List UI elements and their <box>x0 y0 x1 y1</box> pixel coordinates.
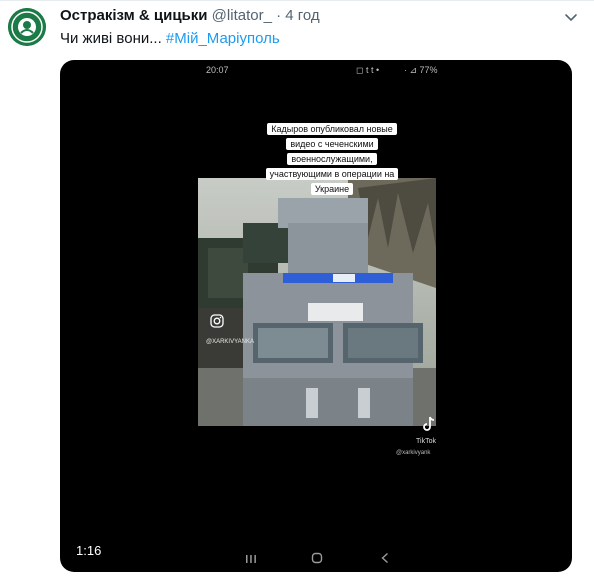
more-icon[interactable] <box>562 8 580 26</box>
tiktok-icon <box>423 416 435 431</box>
home-icon <box>311 552 323 564</box>
video-frame[interactable] <box>198 178 436 426</box>
tiktok-handle: @xarkivyank <box>396 450 431 456</box>
tweet-header: Остракізм & цицьки @litator_ · 4 год <box>60 7 320 24</box>
display-name[interactable]: Остракізм & цицьки <box>60 7 208 24</box>
caption-line: видео с чеченскими <box>286 138 378 150</box>
video-still-image <box>198 178 436 426</box>
separator-dot: · <box>276 7 282 24</box>
user-handle[interactable]: @litator_ <box>212 7 272 24</box>
caption-line: Кадыров опубликовал новые <box>267 123 397 135</box>
hashtag-link[interactable]: #Мій_Маріуполь <box>166 30 280 47</box>
tweet-time[interactable]: 4 год <box>285 7 319 24</box>
top-divider <box>0 0 594 1</box>
back-icon <box>381 552 388 564</box>
phone-time: 20:07 <box>206 65 229 75</box>
tweet-text: Чи живі вони... #Мій_Маріуполь <box>60 30 280 47</box>
caption-line: военнослужащими, <box>287 153 377 165</box>
tiktok-label: TikTok <box>416 438 436 445</box>
instagram-icon <box>210 314 224 328</box>
video-player[interactable]: 20:07 ◻ t t • · ⊿ 77% Кадыров опубликова… <box>60 60 572 572</box>
video-duration: 1:16 <box>76 543 102 558</box>
caption-line: участвующими в операции на <box>265 168 399 180</box>
avatar[interactable] <box>8 8 46 46</box>
phone-status-bar: 20:07 ◻ t t • · ⊿ 77% <box>60 65 572 79</box>
video-caption: Кадыров опубликовал новые видео с чеченс… <box>242 122 422 197</box>
tweet-text-plain: Чи живі вони... <box>60 30 166 47</box>
battery-level: · ⊿ 77% <box>404 65 438 75</box>
caption-line: Украине <box>310 183 354 195</box>
recents-icon <box>246 555 256 563</box>
phone-status-icons: ◻ t t • <box>356 65 380 75</box>
instagram-handle: @XARKIVYANKA <box>206 339 254 345</box>
avatar-logo-icon <box>8 8 46 46</box>
